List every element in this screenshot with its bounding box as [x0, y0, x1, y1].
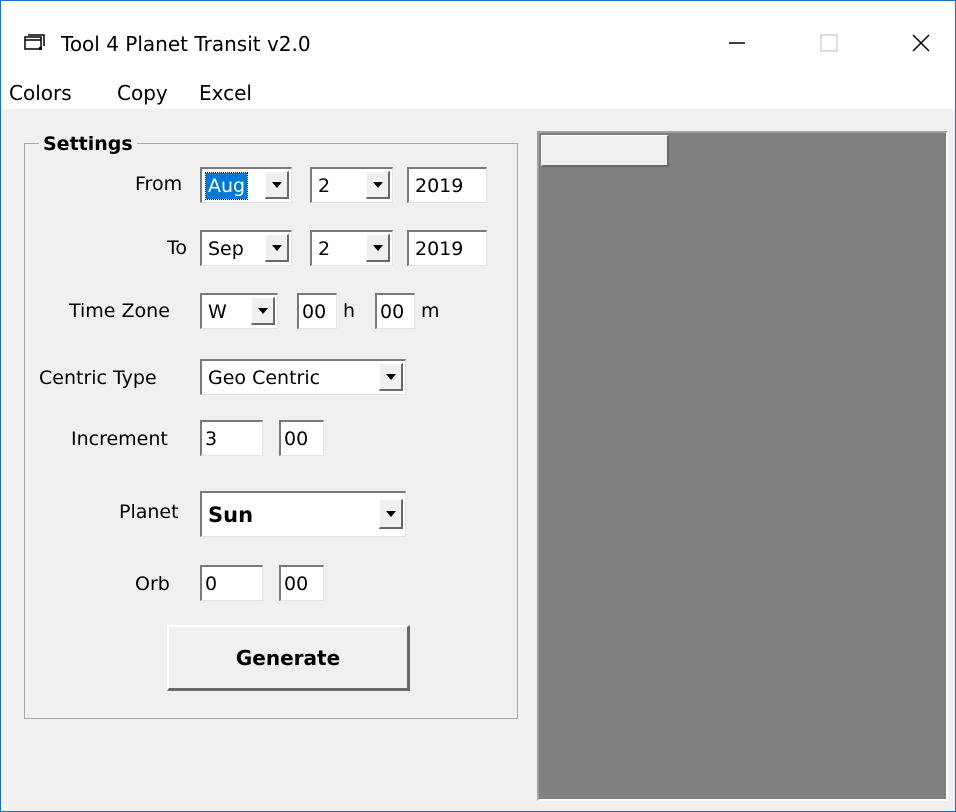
output-panel[interactable] [537, 131, 948, 801]
time-zone-direction-value: W [208, 301, 227, 323]
chevron-down-icon[interactable] [379, 499, 403, 529]
chevron-down-icon[interactable] [366, 234, 390, 262]
chevron-down-icon[interactable] [265, 234, 289, 262]
menu-bar: Colors Copy Excel [1, 73, 955, 109]
planet-select[interactable]: Sun [200, 491, 406, 537]
from-day-select[interactable]: 2 [310, 167, 393, 203]
output-header-cell[interactable] [541, 135, 669, 167]
minimize-button[interactable] [707, 23, 767, 63]
menu-excel[interactable]: Excel [199, 81, 252, 105]
close-icon [912, 34, 930, 52]
increment-value-1: 3 [205, 428, 218, 450]
time-zone-label: Time Zone [69, 300, 170, 322]
minutes-unit-label: m [421, 300, 440, 322]
increment-label: Increment [71, 428, 168, 450]
time-zone-hours-input[interactable]: 00 [297, 293, 337, 329]
app-window-icon [24, 34, 46, 52]
increment-input-2[interactable]: 00 [279, 420, 324, 456]
from-month-select[interactable]: Aug [200, 167, 292, 203]
planet-label: Planet [119, 501, 179, 523]
chevron-down-icon[interactable] [265, 171, 289, 199]
generate-button[interactable]: Generate [167, 625, 410, 691]
orb-value-1: 0 [205, 573, 218, 595]
increment-input-1[interactable]: 3 [200, 420, 263, 456]
orb-input-2[interactable]: 00 [279, 565, 324, 601]
menu-colors[interactable]: Colors [9, 81, 72, 105]
window-title: Tool 4 Planet Transit v2.0 [61, 32, 311, 56]
from-day-value: 2 [318, 175, 331, 197]
hours-unit-label: h [343, 300, 356, 322]
to-day-value: 2 [318, 238, 331, 260]
centric-type-value: Geo Centric [208, 367, 321, 389]
from-year-value: 2019 [415, 175, 464, 197]
to-year-value: 2019 [415, 238, 464, 260]
orb-label: Orb [135, 573, 170, 595]
to-month-value: Sep [208, 238, 244, 260]
planet-value: Sun [208, 503, 254, 527]
time-zone-minutes-input[interactable]: 00 [375, 293, 415, 329]
from-label: From [135, 173, 183, 195]
orb-value-2: 00 [284, 573, 309, 595]
orb-input-1[interactable]: 0 [200, 565, 263, 601]
to-label: To [167, 237, 188, 259]
maximize-button[interactable] [799, 23, 859, 63]
centric-type-label: Centric Type [39, 367, 157, 389]
minimize-icon [729, 42, 745, 44]
to-day-select[interactable]: 2 [310, 230, 393, 266]
settings-title: Settings [39, 133, 137, 155]
increment-value-2: 00 [284, 428, 309, 450]
menu-copy[interactable]: Copy [117, 81, 168, 105]
chevron-down-icon[interactable] [379, 363, 403, 391]
chevron-down-icon[interactable] [251, 297, 275, 325]
close-button[interactable] [891, 23, 951, 63]
centric-type-select[interactable]: Geo Centric [200, 359, 406, 395]
to-month-select[interactable]: Sep [200, 230, 292, 266]
time-zone-direction-select[interactable]: W [200, 293, 278, 329]
main-window: Tool 4 Planet Transit v2.0 Colors Copy E… [0, 0, 956, 812]
to-year-input[interactable]: 2019 [407, 230, 487, 266]
maximize-icon [820, 34, 838, 52]
time-zone-hours-value: 00 [302, 301, 327, 323]
from-month-value: Aug [204, 172, 249, 200]
time-zone-minutes-value: 00 [380, 301, 405, 323]
from-year-input[interactable]: 2019 [407, 167, 487, 203]
title-bar[interactable]: Tool 4 Planet Transit v2.0 [1, 1, 955, 73]
chevron-down-icon[interactable] [366, 171, 390, 199]
